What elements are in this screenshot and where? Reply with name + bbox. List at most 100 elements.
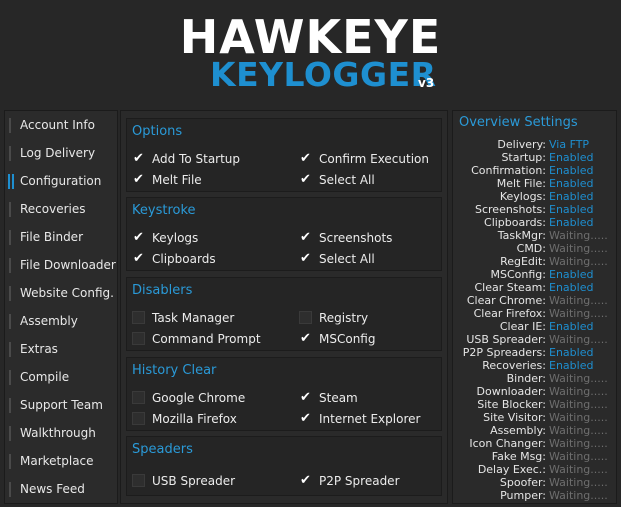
check-icon: ✔ [300, 390, 311, 405]
sidebar-item-walkthrough[interactable]: Walkthrough [5, 419, 117, 447]
sidebar-item-label: Support Team [20, 398, 103, 412]
sidebar-item-marketplace[interactable]: Marketplace [5, 447, 117, 475]
sidebar-nav: Account Info Log Delivery Configuration … [4, 110, 118, 504]
overview-row: Binder: Waiting..... [453, 372, 618, 385]
sidebar-item-assembly[interactable]: Assembly [5, 307, 117, 335]
sidebar-item-compile[interactable]: Compile [5, 363, 117, 391]
nav-marker [9, 230, 11, 245]
empty-checkbox-icon [132, 412, 145, 425]
nav-marker [9, 454, 11, 469]
checkbox-label: Command Prompt [152, 332, 261, 346]
sidebar-item-file-downloader[interactable]: File Downloader [5, 251, 117, 279]
overview-key: CMD: [516, 242, 546, 255]
overview-row: Startup: Enabled [453, 151, 618, 164]
overview-key: Confirmation: [471, 164, 546, 177]
overview-row: Pumper: Waiting..... [453, 489, 618, 502]
group-title: Speaders [132, 442, 193, 457]
overview-row: Recoveries: Enabled [453, 359, 618, 372]
sidebar-item-label: News Feed [20, 482, 85, 496]
check-icon: ✔ [300, 251, 311, 266]
sidebar-item-configuration[interactable]: Configuration [5, 167, 117, 195]
overview-key: Downloader: [476, 385, 546, 398]
sidebar-item-label: Log Delivery [20, 146, 96, 160]
overview-key: Site Visitor: [483, 411, 546, 424]
overview-value: Via FTP [549, 138, 590, 151]
overview-key: Clipboards: [484, 216, 546, 229]
overview-row: Site Blocker: Waiting..... [453, 398, 618, 411]
overview-row: Delivery: Via FTP [453, 138, 618, 151]
checkbox-label: USB Spreader [152, 474, 236, 488]
sidebar-item-news-feed[interactable]: News Feed [5, 475, 117, 503]
overview-value: Enabled [549, 151, 594, 164]
overview-value: Enabled [549, 216, 594, 229]
nav-marker [9, 370, 11, 385]
sidebar-item-log-delivery[interactable]: Log Delivery [5, 139, 117, 167]
overview-key: Pumper: [500, 489, 546, 502]
overview-row: Assembly: Waiting..... [453, 424, 618, 437]
sidebar-item-extras[interactable]: Extras [5, 335, 117, 363]
empty-checkbox-icon [299, 311, 312, 324]
overview-value: Enabled [549, 190, 594, 203]
check-icon: ✔ [300, 331, 311, 346]
overview-key: RegEdit: [500, 255, 546, 268]
nav-marker [12, 174, 14, 189]
overview-key: Clear Chrome: [466, 294, 546, 307]
checkbox-label: Add To Startup [152, 152, 241, 166]
overview-row: Downloader: Waiting..... [453, 385, 618, 398]
nav-marker [9, 202, 11, 217]
overview-row: Clear Steam: Enabled [453, 281, 618, 294]
sidebar-item-file-binder[interactable]: File Binder [5, 223, 117, 251]
overview-row: MSConfig: Enabled [453, 268, 618, 281]
overview-value: Waiting..... [549, 437, 608, 450]
sidebar-item-account-info[interactable]: Account Info [5, 111, 117, 139]
check-icon: ✔ [133, 151, 144, 166]
overview-key: Screenshots: [474, 203, 546, 216]
overview-row: USB Spreader: Waiting..... [453, 333, 618, 346]
checkbox-label: MSConfig [319, 332, 376, 346]
overview-value: Enabled [549, 177, 594, 190]
nav-marker [9, 146, 11, 161]
overview-value: Waiting..... [549, 476, 608, 489]
group-title: Options [132, 124, 183, 139]
nav-marker [9, 426, 11, 441]
overview-value: Waiting..... [549, 424, 608, 437]
overview-row: TaskMgr: Waiting..... [453, 229, 618, 242]
sidebar-item-website-config[interactable]: Website Config. [5, 279, 117, 307]
sidebar-item-recoveries[interactable]: Recoveries [5, 195, 117, 223]
overview-row: Clear IE: Enabled [453, 320, 618, 333]
overview-key: Binder: [506, 372, 546, 385]
overview-key: Fake Msg: [491, 450, 546, 463]
group-title: Disablers [132, 283, 193, 298]
nav-marker [9, 286, 11, 301]
check-icon: ✔ [300, 230, 311, 245]
keystroke-group: Keystroke ✔ Keylogs ✔ Screenshots ✔ Clipboa… [126, 197, 442, 271]
sidebar-item-label: Recoveries [20, 202, 86, 216]
overview-key: Delivery: [497, 138, 546, 151]
overview-value: Waiting..... [549, 307, 608, 320]
empty-checkbox-icon [132, 474, 145, 487]
overview-value: Waiting..... [549, 385, 608, 398]
checkbox-label: Registry [319, 311, 369, 325]
nav-marker [9, 398, 11, 413]
overview-value: Enabled [549, 359, 594, 372]
overview-key: TaskMgr: [497, 229, 546, 242]
sidebar-item-support-team[interactable]: Support Team [5, 391, 117, 419]
check-icon: ✔ [133, 172, 144, 187]
checkbox-label: Keylogs [152, 231, 199, 245]
checkbox-label: Google Chrome [152, 391, 246, 405]
overview-key: Recoveries: [482, 359, 546, 372]
overview-value: Enabled [549, 268, 594, 281]
nav-marker [9, 342, 11, 357]
checkbox-label: Task Manager [152, 311, 235, 325]
nav-marker [9, 314, 11, 329]
overview-row: RegEdit: Waiting..... [453, 255, 618, 268]
check-icon: ✔ [300, 473, 311, 488]
overview-value: Waiting..... [549, 489, 608, 502]
overview-title: Overview Settings [459, 115, 578, 130]
overview-key: Spoofer: [499, 476, 546, 489]
checkbox-label: Clipboards [152, 252, 216, 266]
checkbox-label: Mozilla Firefox [152, 412, 237, 426]
checkbox-label: Select All [319, 173, 375, 187]
overview-key: Assembly: [490, 424, 546, 437]
overview-key: Melt File: [496, 177, 546, 190]
